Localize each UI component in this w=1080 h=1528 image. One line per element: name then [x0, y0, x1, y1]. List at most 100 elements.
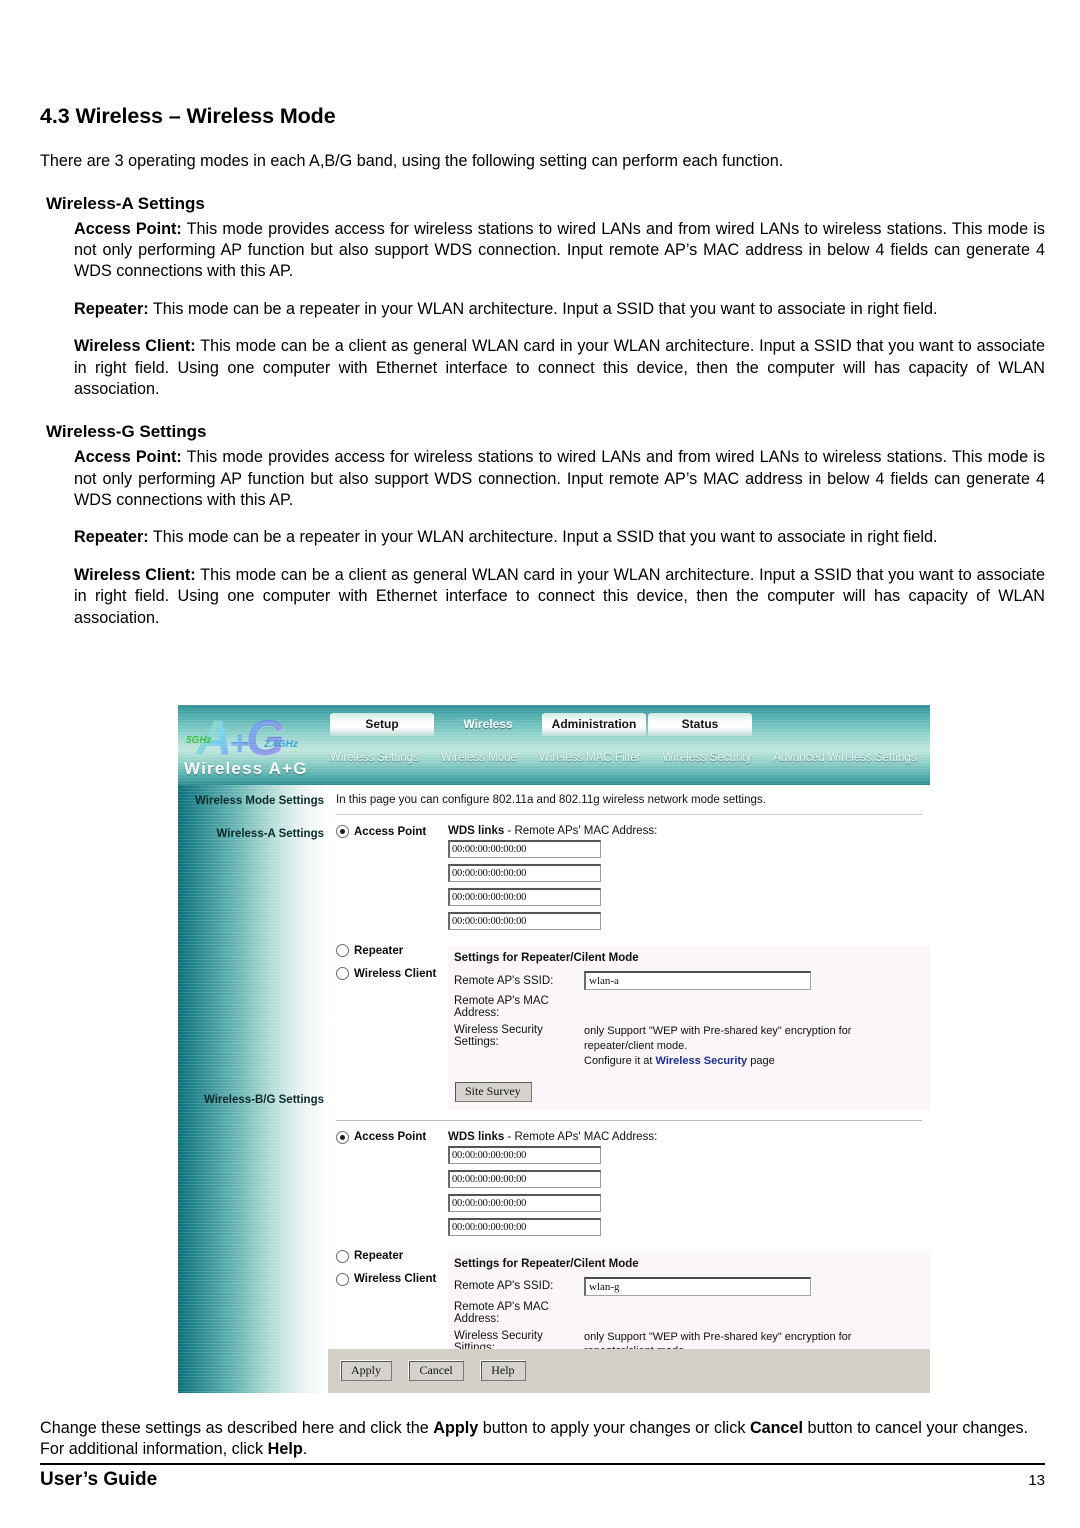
router-header: A+G 5GHz 2.4GHz Wireless A+G Setup Wirel… [178, 705, 930, 785]
security-note-line1-a: only Support "WEP with Pre-shared key" e… [584, 1025, 852, 1052]
page-description: In this page you can configure 802.11a a… [336, 794, 766, 806]
page-title: 4.3 Wireless – Wireless Mode [40, 104, 336, 128]
heading-wireless-g: Wireless-G Settings [46, 422, 207, 442]
mac-input-bg-1[interactable]: 00:00:00:00:00:00 [448, 1145, 601, 1164]
tab-wireless[interactable]: Wireless [436, 713, 540, 736]
mode-radios-bg-2: Repeater Wireless Client [336, 1249, 444, 1286]
footer-note-part1: Change these settings as described here … [40, 1419, 434, 1437]
wireless-security-link-a[interactable]: Wireless Security [656, 1055, 748, 1067]
radio-label-wireless-client-bg: Wireless Client [354, 1273, 437, 1286]
paragraph-access-point-a: Access Point: This mode provides access … [40, 219, 1045, 283]
mac-input-a-1[interactable]: 00:00:00:00:00:00 [448, 840, 601, 858]
brand-logo: A+G 5GHz 2.4GHz Wireless A+G [182, 709, 330, 783]
subtab-wireless-mode[interactable]: Wireless Mode [441, 752, 529, 764]
text-access-point-a: This mode provides access for wireless s… [74, 219, 1046, 281]
footer-note-part2: button to apply your changes or click [478, 1419, 750, 1437]
security-note-post-a: page [747, 1054, 775, 1067]
label-wireless-client-g: Wireless Client: [74, 565, 196, 584]
mac-input-a-4[interactable]: 00:00:00:00:00:00 [448, 912, 601, 930]
wds-panel-bg: WDS links - Remote APs' MAC Address: 00:… [448, 1129, 930, 1246]
wds-links-title-bg: WDS links - Remote APs' MAC Address: [448, 1131, 930, 1143]
mode-radios-a-2: Repeater Wireless Client [336, 944, 444, 980]
document-body: 4.3 Wireless – Wireless Mode There are 3… [40, 104, 1045, 629]
subtab-wireless-security[interactable]: Wireless Security [663, 752, 764, 764]
paragraph-wireless-client-g: Wireless Client: This mode can be a clie… [40, 565, 1045, 629]
tab-administration[interactable]: Administration [542, 713, 646, 736]
cancel-button[interactable]: Cancel [408, 1360, 464, 1381]
rc-mac-row-a: Remote AP's MAC Address: [454, 995, 924, 1019]
radio-indicator-icon[interactable] [336, 1130, 349, 1144]
label-access-point-g: Access Point: [74, 448, 182, 467]
radio-repeater-bg[interactable]: Repeater [336, 1249, 444, 1263]
sub-tabs: Wireless Settings Wireless Mode Wireless… [330, 743, 930, 773]
rc-ssid-label-a: Remote AP's SSID: [454, 974, 554, 987]
radio-label-repeater-bg: Repeater [354, 1250, 404, 1263]
section-wireless-a: Access Point WDS links - Remote APs' MAC… [328, 815, 930, 1110]
wds-links-bold-a: WDS links [448, 825, 505, 837]
radio-wireless-client-bg[interactable]: Wireless Client [336, 1272, 444, 1286]
label-repeater-g: Repeater: [74, 528, 149, 547]
label-repeater: Repeater: [74, 299, 149, 318]
router-action-bar: Apply Cancel Help [328, 1349, 930, 1393]
footer-apply-word: Apply [433, 1419, 479, 1437]
subtab-wireless-mac-filter[interactable]: Wireless MAC Filter [539, 752, 653, 764]
wds-panel-a: WDS links - Remote APs' MAC Address: 00:… [448, 823, 930, 940]
rc-security-label-a: Wireless Security Settings: [454, 1024, 543, 1048]
rc-ssid-row-bg: Remote AP's SSID: wlan-g [454, 1276, 924, 1296]
document-page: 4.3 Wireless – Wireless Mode There are 3… [0, 0, 1080, 1528]
footer-page-number: 13 [1028, 1471, 1045, 1489]
radio-repeater-a[interactable]: Repeater [336, 944, 444, 957]
mac-input-a-3[interactable]: 00:00:00:00:00:00 [448, 888, 601, 906]
mac-input-bg-4[interactable]: 00:00:00:00:00:00 [448, 1217, 601, 1236]
rc-mac-label-a: Remote AP's MAC Address: [454, 995, 549, 1019]
radio-indicator-icon[interactable] [336, 944, 349, 957]
wds-links-title-a: WDS links - Remote APs' MAC Address: [448, 825, 930, 837]
label-wireless-client: Wireless Client: [74, 337, 196, 356]
logo-product-name: Wireless A+G [184, 759, 308, 778]
logo-24ghz-label: 2.4GHz [264, 739, 298, 750]
radio-access-point-a[interactable]: Access Point [336, 825, 444, 838]
subtab-advanced-wireless-settings[interactable]: Advanced Wireless Settings [773, 752, 928, 764]
sidebar-label-mode-settings: Wireless Mode Settings [195, 795, 324, 807]
label-access-point: Access Point: [74, 219, 182, 238]
wds-links-bold-bg: WDS links [448, 1130, 505, 1143]
footer-rule [40, 1462, 1045, 1465]
rc-security-row-a: Wireless Security Settings: only Support… [454, 1024, 924, 1069]
rc-ssid-label-bg: Remote AP's SSID: [454, 1280, 554, 1293]
radio-access-point-bg[interactable]: Access Point [336, 1130, 444, 1144]
rc-mac-label-bg: Remote AP's MAC Address: [454, 1300, 549, 1325]
mac-input-bg-2[interactable]: 00:00:00:00:00:00 [448, 1169, 601, 1188]
security-note-pre-a: Configure it at [584, 1054, 656, 1067]
footer-guide-label: User’s Guide [40, 1468, 158, 1490]
radio-indicator-icon[interactable] [336, 967, 349, 980]
footer-note: Change these settings as described here … [40, 1418, 1045, 1461]
mode-radios-bg: Access Point [336, 1130, 444, 1154]
site-survey-button-a[interactable]: Site Survey [454, 1080, 532, 1102]
mode-radios-a: Access Point [336, 825, 444, 848]
sidebar-label-wireless-a: Wireless-A Settings [216, 828, 324, 840]
radio-indicator-icon[interactable] [336, 1272, 349, 1286]
apply-button[interactable]: Apply [340, 1360, 392, 1381]
sidebar-label-wireless-bg: Wireless-B/G Settings [203, 1094, 324, 1106]
tab-setup[interactable]: Setup [330, 713, 434, 736]
rc-heading-bg: Settings for Repeater/Cilent Mode [454, 1257, 639, 1270]
rc-heading-a: Settings for Repeater/Cilent Mode [454, 952, 639, 964]
ssid-input-a[interactable]: wlan-a [584, 971, 811, 990]
tab-status[interactable]: Status [648, 713, 752, 736]
rc-mac-row-bg: Remote AP's MAC Address: [454, 1301, 924, 1325]
ssid-input-bg[interactable]: wlan-g [584, 1276, 811, 1296]
footer-note-part4: . [302, 1440, 308, 1459]
paragraph-repeater-g: Repeater: This mode can be a repeater in… [40, 527, 1045, 548]
radio-indicator-icon[interactable] [336, 1249, 349, 1263]
help-button[interactable]: Help [480, 1360, 526, 1381]
footer-cancel-word: Cancel [749, 1419, 804, 1437]
mac-input-a-2[interactable]: 00:00:00:00:00:00 [448, 864, 601, 882]
wds-links-rest-bg: - Remote APs' MAC Address: [504, 1130, 658, 1143]
subtab-wireless-settings[interactable]: Wireless Settings [330, 752, 431, 764]
radio-wireless-client-a[interactable]: Wireless Client [336, 967, 444, 980]
footer-help-word: Help [267, 1440, 303, 1459]
paragraph-wireless-client-a: Wireless Client: This mode can be a clie… [40, 336, 1045, 400]
mac-input-bg-3[interactable]: 00:00:00:00:00:00 [448, 1193, 601, 1212]
text-wireless-client-a: This mode can be a client as general WLA… [74, 337, 1045, 398]
radio-indicator-icon[interactable] [336, 825, 349, 838]
